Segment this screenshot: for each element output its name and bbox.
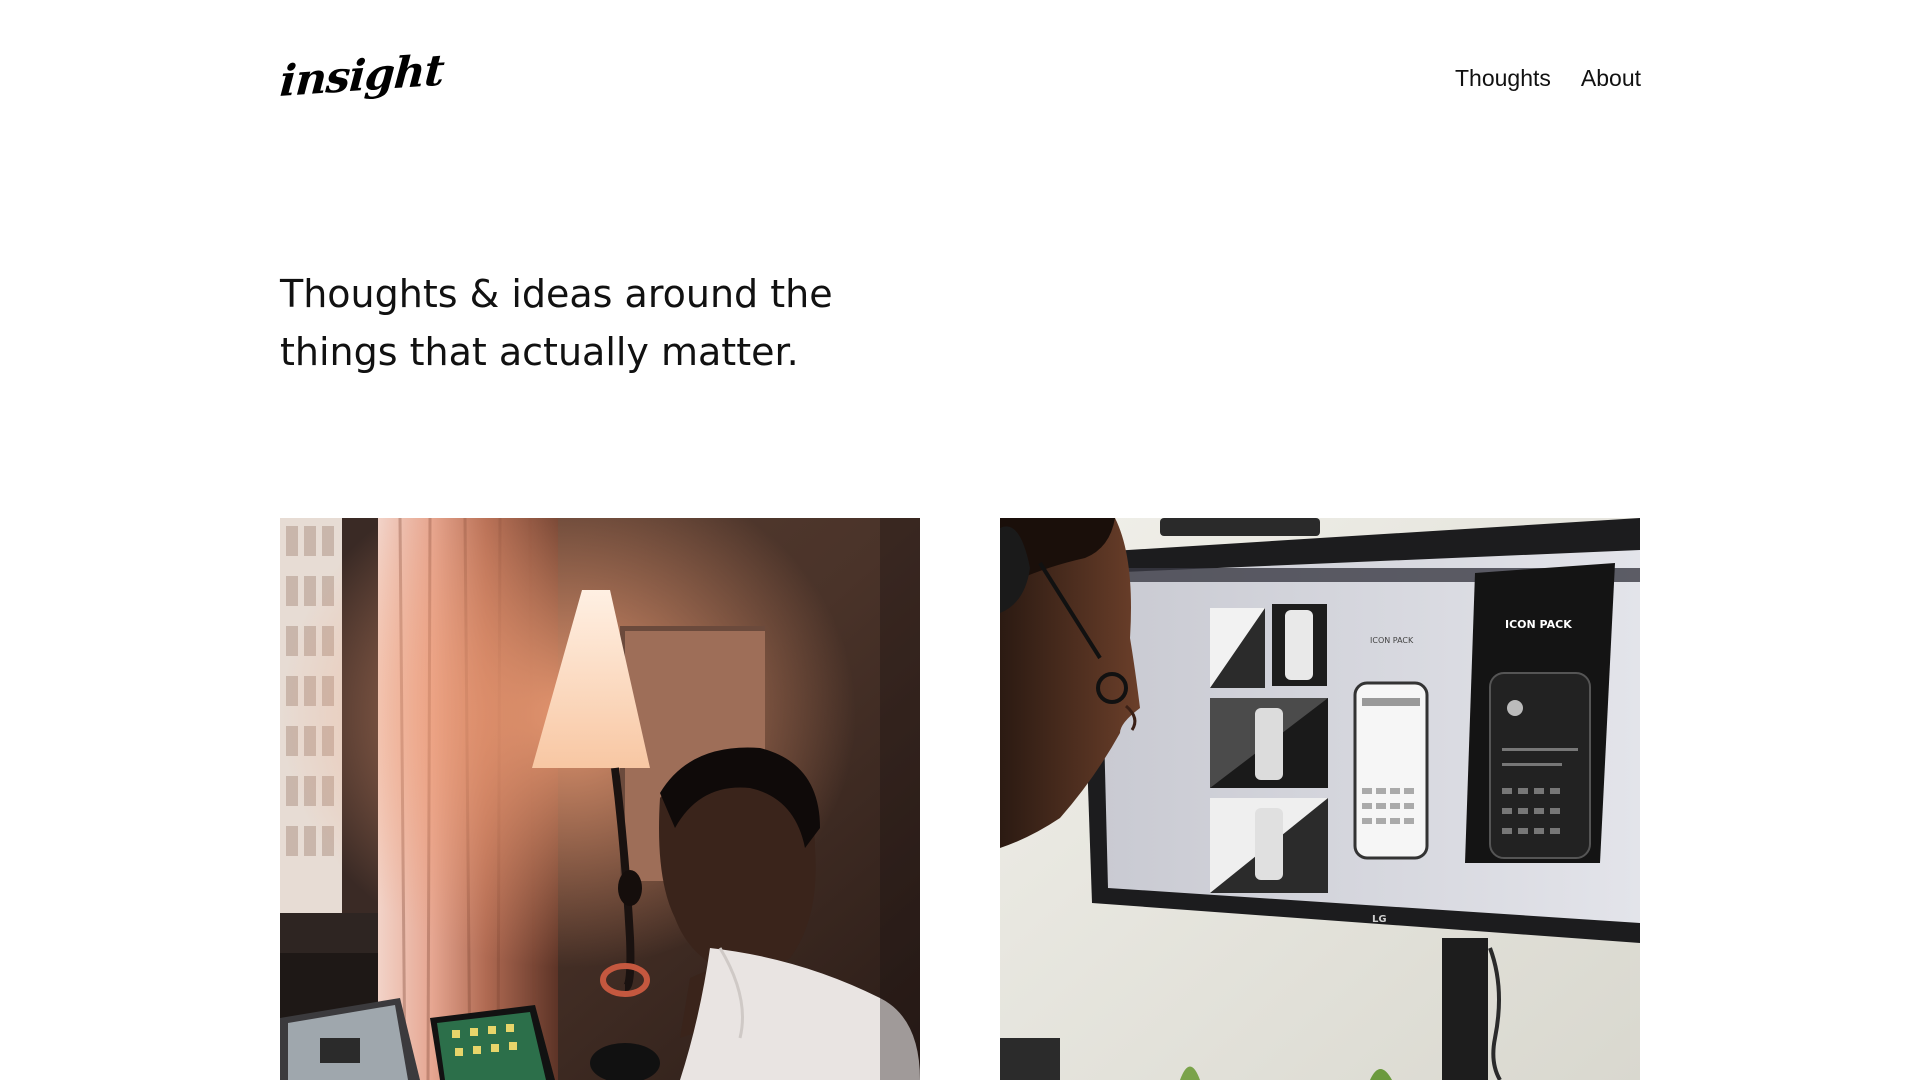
site-header: insight Thoughts About: [278, 46, 1641, 108]
hero-line-1: Thoughts & ideas around the: [280, 272, 833, 316]
site-logo[interactable]: insight: [278, 45, 445, 108]
main-nav: Thoughts About: [1455, 62, 1641, 94]
post-card-1-image[interactable]: [280, 518, 920, 1080]
screen-icon-pack-label-dark: ICON PACK: [1505, 618, 1572, 631]
hero-line-2: things that actually matter.: [280, 330, 799, 374]
man-at-desk-photo: [280, 518, 920, 1080]
nav-about-link[interactable]: About: [1581, 62, 1641, 94]
man-viewing-monitor-photo: ICON PACK ICON PACK LG: [1000, 518, 1640, 1080]
screen-icon-pack-label-light: ICON PACK: [1370, 636, 1414, 645]
post-card-2-image[interactable]: ICON PACK ICON PACK LG: [1000, 518, 1640, 1080]
page: insight Thoughts About Thoughts & ideas …: [0, 0, 1920, 1080]
nav-thoughts-link[interactable]: Thoughts: [1455, 62, 1551, 94]
hero-heading: Thoughts & ideas around the things that …: [280, 265, 900, 381]
monitor-brand-logo: LG: [1372, 914, 1387, 925]
